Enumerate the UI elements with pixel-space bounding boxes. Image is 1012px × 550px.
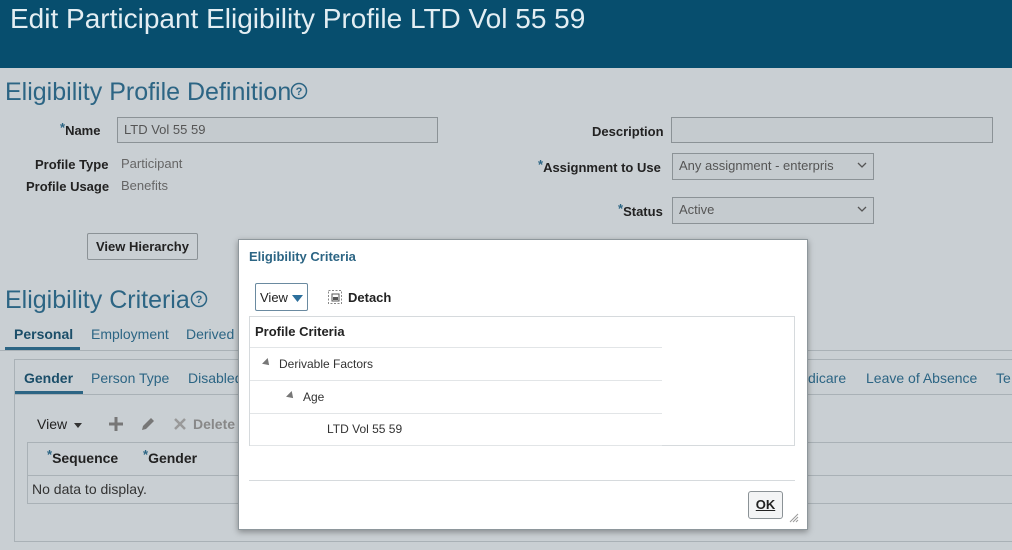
tree-node-label: Age	[303, 390, 325, 404]
criteria-section-title: Eligibility Criteria	[5, 286, 190, 314]
detach-icon[interactable]	[327, 289, 343, 305]
empty-table-message: No data to display.	[32, 481, 147, 497]
help-icon[interactable]: ?	[290, 82, 308, 100]
tree-node-age[interactable]: Age	[250, 381, 662, 413]
tree-node-label: LTD Vol 55 59	[327, 422, 403, 436]
subtab-leave-of-absence[interactable]: Leave of Absence	[866, 370, 977, 386]
svg-text:?: ?	[196, 294, 203, 306]
chevron-down-icon	[857, 206, 867, 212]
help-icon[interactable]: ?	[190, 290, 208, 308]
column-header-gender[interactable]: *Gender	[143, 447, 197, 466]
delete-button[interactable]: Delete	[193, 416, 235, 432]
tab-derived[interactable]: Derived	[186, 326, 234, 342]
ok-button[interactable]: OK	[748, 491, 783, 519]
description-input[interactable]	[671, 117, 993, 143]
caret-down-icon	[73, 423, 82, 428]
profile-usage-label: Profile Usage	[26, 179, 110, 194]
assignment-select-value: Any assignment - enterpris	[679, 158, 834, 173]
tree-column-header: Profile Criteria	[255, 324, 345, 339]
name-input[interactable]: LTD Vol 55 59	[117, 117, 438, 143]
subtab-termination[interactable]: Te	[996, 370, 1011, 386]
description-label: Description	[592, 124, 664, 139]
profile-type-value: Participant	[121, 156, 183, 171]
edit-pencil-icon[interactable]	[140, 416, 156, 432]
caret-down-icon	[292, 295, 303, 302]
subtab-disabled[interactable]: Disabled	[188, 370, 242, 386]
page-title: Edit Participant Eligibility Profile LTD…	[10, 3, 586, 34]
eligibility-criteria-dialog: Eligibility Criteria View Detach Profile…	[238, 239, 808, 530]
dialog-view-menu-button[interactable]: View	[255, 283, 308, 311]
tree-node-ltd-vol-55-59[interactable]: LTD Vol 55 59	[250, 414, 662, 445]
name-label: *Name	[60, 120, 101, 138]
assignment-select[interactable]: Any assignment - enterpris	[672, 153, 874, 180]
tree-row-divider	[250, 445, 662, 446]
expanded-triangle-icon[interactable]	[286, 391, 296, 401]
assignment-label: *Assignment to Use	[538, 157, 661, 175]
view-menu-label: View	[37, 416, 68, 432]
page-header: Edit Participant Eligibility Profile LTD…	[0, 0, 1012, 68]
expanded-triangle-icon[interactable]	[262, 358, 272, 368]
resize-handle-icon[interactable]	[789, 513, 799, 523]
dialog-view-label: View	[260, 290, 288, 305]
status-label: *Status	[618, 201, 663, 219]
detach-button[interactable]: Detach	[348, 290, 391, 305]
tab-personal[interactable]: Personal	[14, 326, 73, 342]
tree-node-label: Derivable Factors	[279, 357, 374, 371]
profile-criteria-tree: Profile Criteria Derivable Factors Age L…	[249, 316, 795, 446]
status-select-value: Active	[679, 202, 715, 217]
profile-usage-value: Benefits	[121, 178, 168, 193]
subtab-gender[interactable]: Gender	[24, 370, 73, 386]
tab-employment[interactable]: Employment	[91, 326, 169, 342]
delete-x-icon[interactable]	[173, 417, 187, 431]
add-icon[interactable]	[108, 416, 124, 432]
subtab-medicare[interactable]: dicare	[808, 370, 846, 386]
view-hierarchy-button[interactable]: View Hierarchy	[87, 233, 198, 260]
chevron-down-icon	[857, 162, 867, 168]
column-header-sequence[interactable]: *Sequence	[47, 447, 118, 466]
profile-type-label: Profile Type	[35, 157, 109, 172]
status-select[interactable]: Active	[672, 197, 874, 224]
view-menu[interactable]: View	[37, 416, 83, 432]
dialog-title: Eligibility Criteria	[249, 249, 356, 264]
svg-text:?: ?	[296, 86, 303, 98]
tree-node-derivable-factors[interactable]: Derivable Factors	[250, 348, 662, 380]
definition-section-title: Eligibility Profile Definition	[5, 78, 292, 106]
subtab-person-type[interactable]: Person Type	[91, 370, 169, 386]
dialog-footer-divider	[249, 480, 795, 481]
